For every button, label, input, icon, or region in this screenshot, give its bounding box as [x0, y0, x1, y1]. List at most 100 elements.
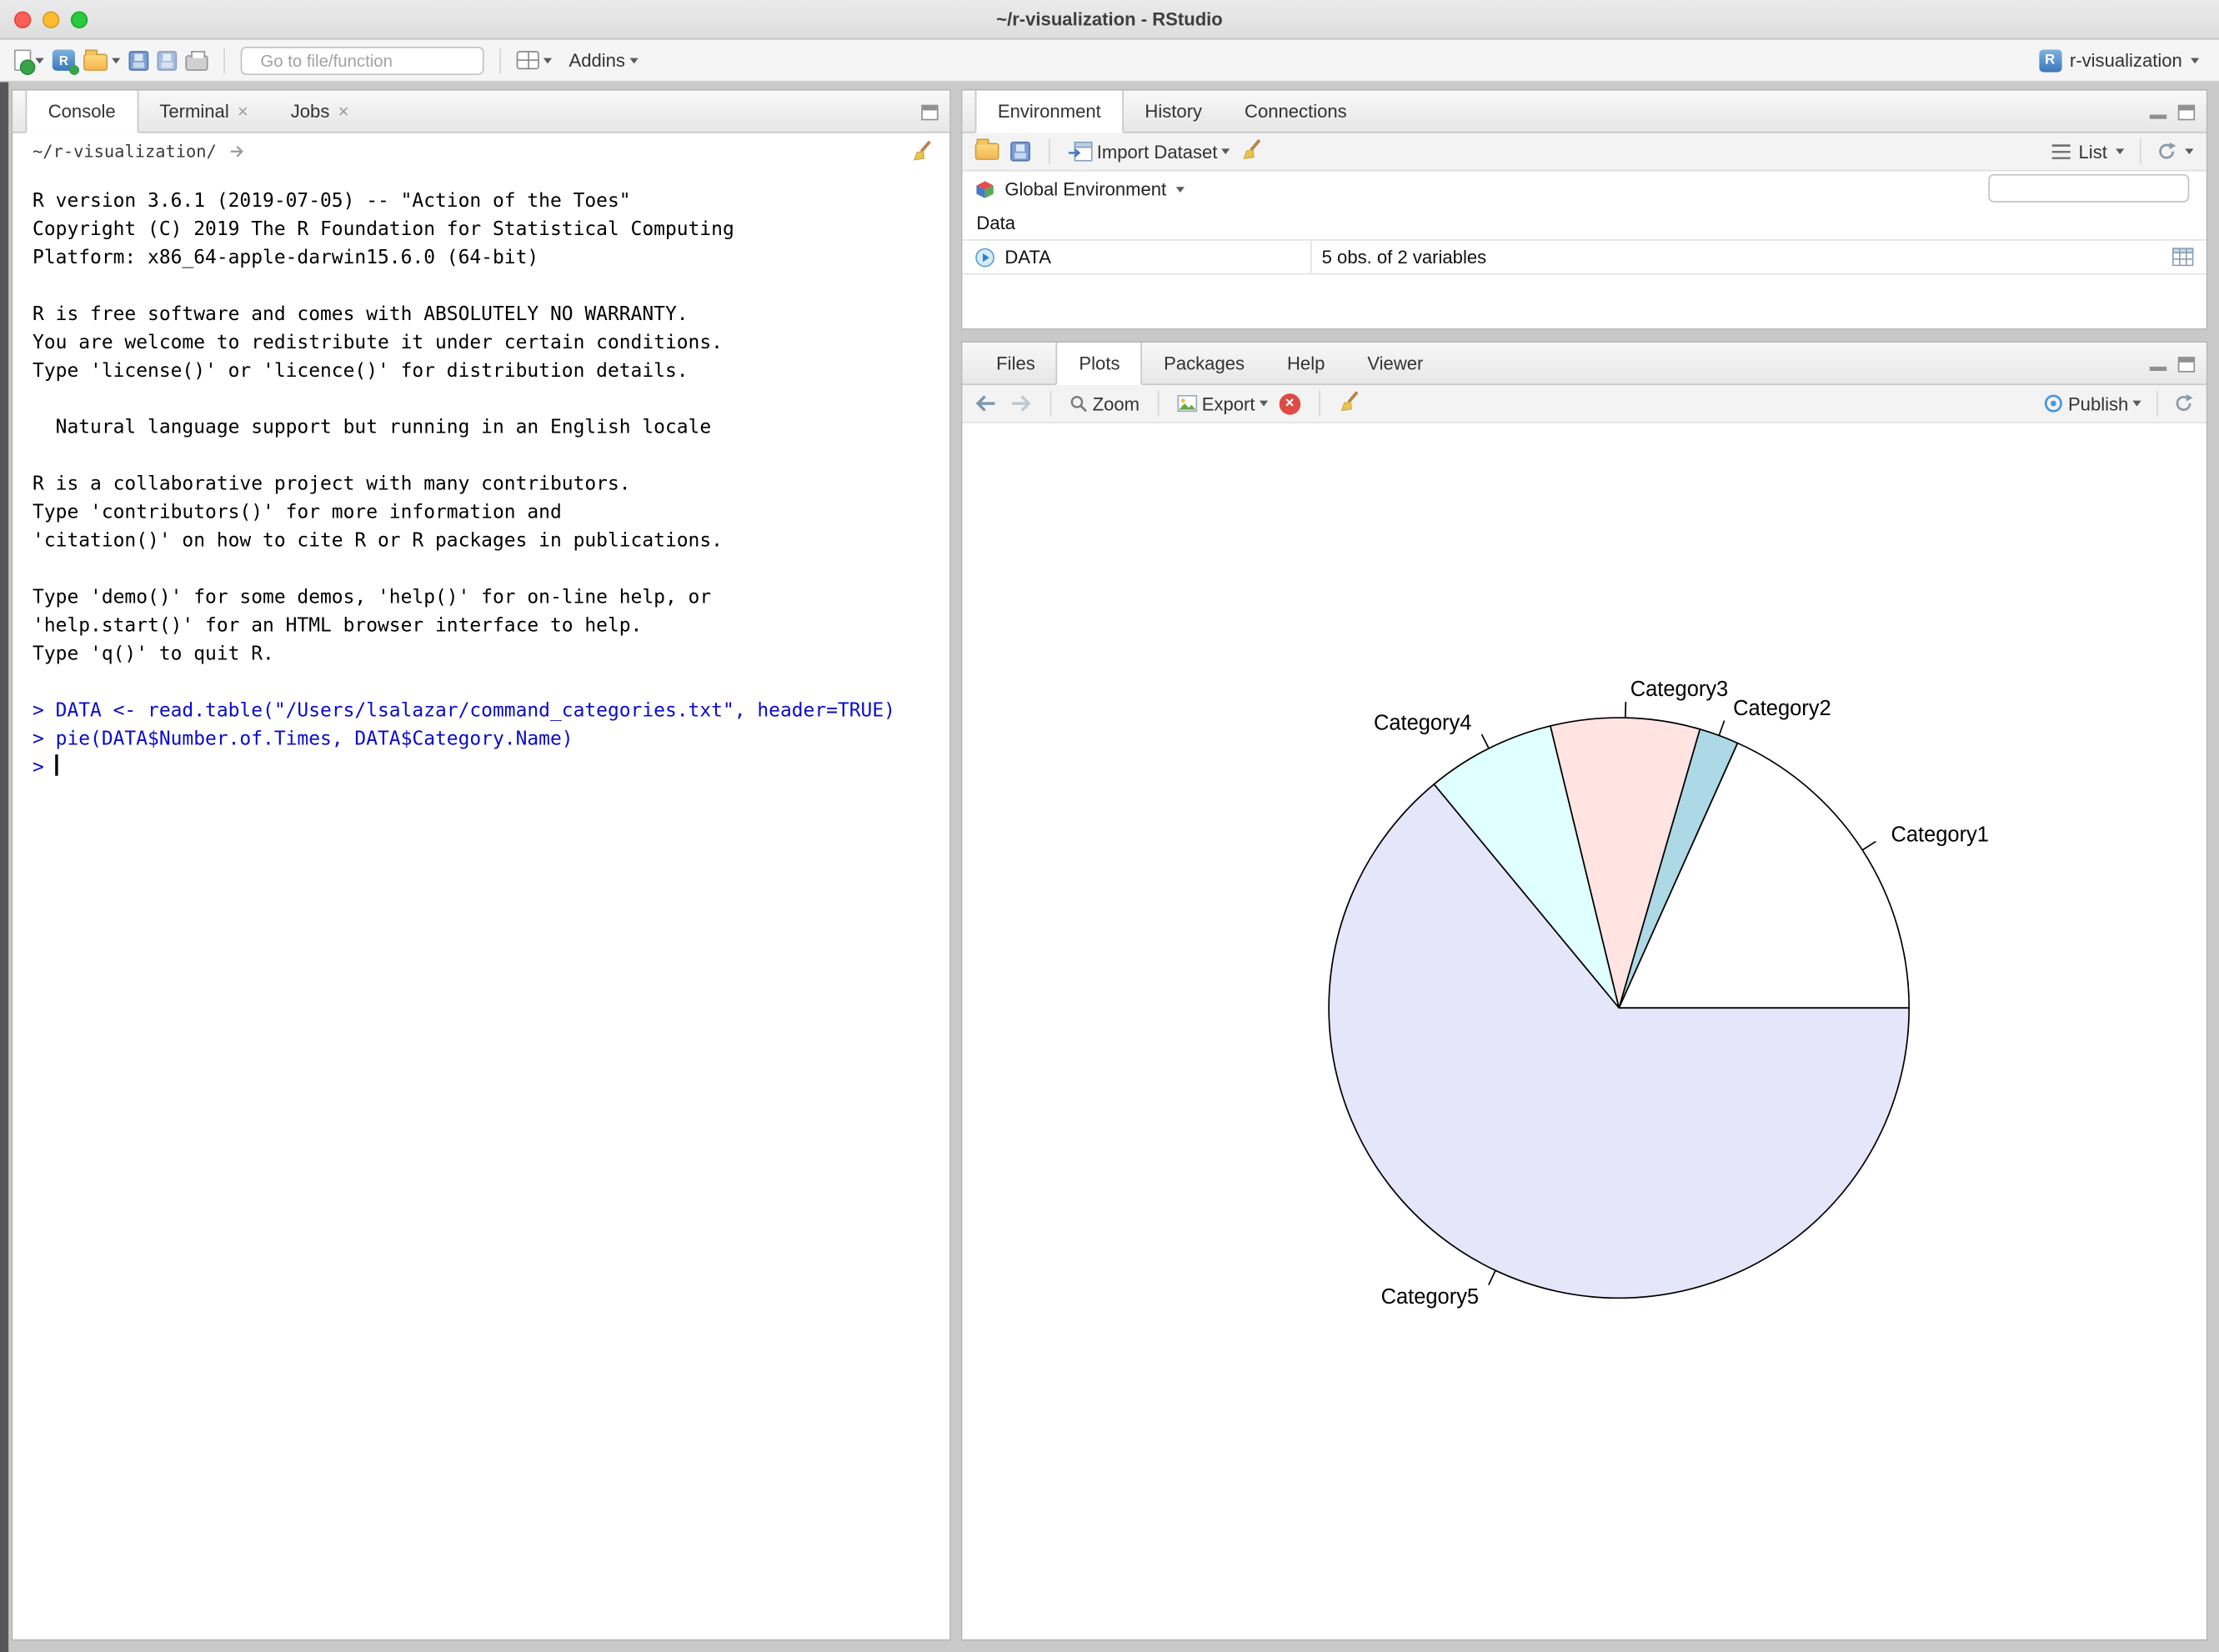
pane-layout-button[interactable] [517, 51, 552, 69]
tab-viewer[interactable]: Viewer [1346, 343, 1445, 383]
expand-object-icon[interactable] [975, 247, 995, 267]
toolbar-separator [2140, 138, 2141, 164]
save-workspace-icon[interactable] [1010, 142, 1030, 162]
view-table-icon[interactable] [2172, 248, 2193, 266]
environment-scope-selector[interactable]: Global Environment [1004, 178, 1166, 199]
next-plot-icon[interactable] [1009, 395, 1031, 412]
console-output[interactable]: R version 3.6.1 (2019-07-05) -- "Action … [13, 170, 949, 782]
project-menu[interactable]: R r-visualization [2039, 49, 2205, 72]
tab-console[interactable]: Console [26, 91, 138, 133]
publish-button[interactable]: Publish [2044, 393, 2141, 413]
chevron-down-icon[interactable] [2185, 148, 2193, 154]
maximize-pane-icon[interactable] [2178, 356, 2195, 372]
import-dataset-button[interactable]: Import Dataset [1069, 141, 1230, 162]
toolbar-separator [1158, 391, 1160, 417]
toolbar-separator [1319, 391, 1320, 417]
minimize-pane-icon[interactable] [2150, 366, 2166, 370]
plot-area: Category1Category2Category3Category4Cate… [962, 423, 2206, 1638]
zoom-window-button[interactable] [71, 12, 88, 28]
print-button[interactable] [185, 49, 208, 70]
tab-label: Packages [1164, 343, 1245, 383]
chevron-down-icon [2191, 58, 2199, 63]
clear-all-plots-button[interactable] [1339, 391, 1360, 417]
goto-file-function-box[interactable] [241, 46, 484, 74]
plots-pane: Files Plots Packages Help Viewer [961, 341, 2208, 1640]
environment-object-row[interactable]: DATA 5 obs. of 2 variables [962, 239, 2206, 274]
console-output-line: You are welcome to redistribute it under… [33, 328, 949, 357]
previous-plot-icon[interactable] [975, 395, 998, 412]
tab-history[interactable]: History [1124, 91, 1224, 132]
goto-directory-icon[interactable] [229, 144, 246, 158]
new-file-button[interactable] [14, 49, 44, 70]
chevron-down-icon[interactable] [543, 58, 552, 63]
text-cursor [56, 754, 58, 775]
tab-terminal[interactable]: Terminal [138, 91, 269, 132]
minimize-pane-icon[interactable] [2150, 114, 2166, 118]
new-project-button[interactable]: R [53, 49, 75, 70]
refresh-icon[interactable] [2174, 393, 2194, 413]
chevron-down-icon[interactable] [1176, 186, 1185, 192]
tab-help[interactable]: Help [1266, 343, 1346, 383]
pie-label-Category5: Category5 [1381, 1285, 1479, 1309]
broom-icon [1339, 391, 1360, 412]
working-directory: ~/r-visualization/ [33, 142, 217, 162]
console-input-line: > [33, 753, 949, 782]
tab-files[interactable]: Files [975, 343, 1057, 383]
chevron-down-icon[interactable] [2116, 148, 2124, 154]
print-icon [185, 55, 208, 71]
broom-icon [911, 140, 932, 161]
refresh-icon[interactable] [2156, 142, 2176, 162]
project-icon: R [2039, 49, 2061, 72]
console-output-line: Type 'demo()' for some demos, 'help()' f… [33, 583, 949, 612]
save-all-button[interactable] [157, 50, 177, 70]
list-view-label[interactable]: List [2079, 141, 2107, 162]
tab-packages[interactable]: Packages [1143, 343, 1266, 383]
load-workspace-icon[interactable] [975, 143, 999, 160]
tab-environment[interactable]: Environment [975, 91, 1124, 133]
project-name: r-visualization [2070, 49, 2182, 70]
tab-label: Files [996, 343, 1035, 383]
titlebar: ~/r-visualization - RStudio [0, 0, 2219, 40]
chevron-down-icon [2132, 401, 2141, 407]
broom-icon [1241, 138, 1262, 159]
chevron-down-icon [1260, 401, 1268, 407]
tab-jobs[interactable]: Jobs [269, 91, 370, 132]
console-output-line: 'help.start()' for an HTML browser inter… [33, 612, 949, 640]
open-folder-icon [83, 54, 108, 71]
close-tab-icon[interactable] [338, 102, 349, 120]
clear-console-button[interactable] [911, 140, 932, 166]
zoom-plot-button[interactable]: Zoom [1069, 393, 1140, 413]
addins-menu[interactable]: Addins [569, 49, 638, 70]
toolbar-separator [2156, 391, 2158, 417]
tab-connections[interactable]: Connections [1224, 91, 1369, 132]
save-all-icon [157, 50, 177, 70]
tab-plots[interactable]: Plots [1056, 343, 1142, 385]
close-window-button[interactable] [14, 12, 31, 28]
export-label: Export [1202, 393, 1255, 413]
pie-label-Category4: Category4 [1374, 711, 1471, 734]
chevron-down-icon[interactable] [112, 58, 120, 63]
save-button[interactable] [128, 50, 148, 70]
open-file-button[interactable] [83, 49, 120, 70]
goto-input[interactable] [258, 49, 483, 72]
close-tab-icon[interactable] [238, 102, 248, 120]
environment-search-input[interactable] [2002, 177, 2219, 199]
clear-environment-button[interactable] [1241, 138, 1262, 164]
tab-label: Help [1287, 343, 1325, 383]
console-output-line: R is a collaborative project with many c… [33, 470, 949, 498]
import-dataset-icon [1069, 142, 1093, 162]
minimize-window-button[interactable] [43, 12, 59, 28]
plots-toolbar: Zoom Export [962, 385, 2206, 423]
remove-plot-button[interactable] [1279, 393, 1300, 413]
environment-tabstrip: Environment History Connections [962, 91, 2206, 133]
export-plot-button[interactable]: Export [1178, 393, 1268, 413]
console-output-line: Platform: x86_64-apple-darwin15.6.0 (64-… [33, 243, 949, 272]
pie-label-Category3: Category3 [1630, 678, 1728, 701]
pie-label-tick [1862, 842, 1876, 850]
console-output-line: R version 3.6.1 (2019-07-05) -- "Action … [33, 187, 949, 215]
maximize-pane-icon[interactable] [2178, 104, 2195, 120]
environment-search-box[interactable] [1988, 174, 2189, 203]
maximize-pane-icon[interactable] [921, 104, 938, 120]
chevron-down-icon[interactable] [35, 58, 43, 63]
console-output-line [33, 555, 949, 583]
